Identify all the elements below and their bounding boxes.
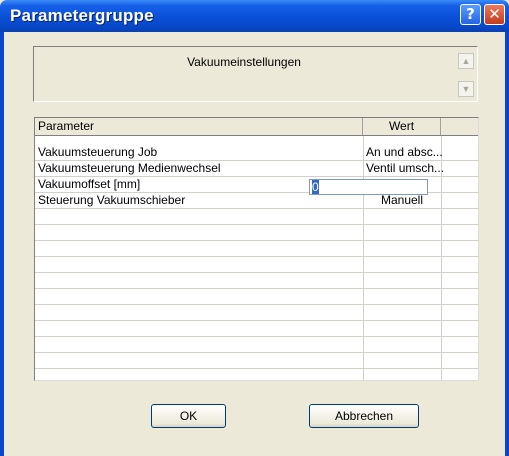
arrow-up-icon[interactable]: ▲: [458, 53, 474, 69]
table-row-empty: [35, 369, 478, 380]
column-header-parameter[interactable]: Parameter: [35, 118, 363, 135]
ok-button[interactable]: OK: [151, 404, 226, 428]
row-value[interactable]: Manuell: [363, 193, 441, 208]
vakuumoffset-value: 0: [312, 180, 319, 194]
arrow-down-icon[interactable]: ▼: [458, 81, 474, 97]
table-header: Parameter Wert: [35, 118, 478, 136]
close-icon[interactable]: ✕: [484, 4, 505, 25]
window-title: Parametergruppe: [10, 6, 154, 25]
row-param: Steuerung Vakuumschieber: [38, 193, 186, 207]
table-row-empty: [35, 337, 478, 353]
row-param: Vakuumsteuerung Job: [38, 145, 158, 159]
table-row[interactable]: Vakuumsteuerung Job An und absc...: [35, 145, 478, 161]
group-title: Vakuumeinstellungen: [187, 55, 301, 69]
vakuumoffset-input[interactable]: 0: [309, 179, 428, 195]
row-param: Vakuumsteuerung Medienwechsel: [38, 161, 221, 175]
row-value[interactable]: An und absc...: [363, 145, 444, 160]
table-row-empty: [35, 273, 478, 289]
row-value[interactable]: Ventil umsch...: [363, 161, 444, 176]
title-bar[interactable]: Parametergruppe ? ✕: [0, 0, 509, 32]
help-icon[interactable]: ?: [460, 4, 481, 25]
table-row-empty: [35, 353, 478, 369]
row-param: Vakuumoffset [mm]: [38, 177, 141, 191]
dialog-window: Parametergruppe ? ✕ Vakuumeinstellungen …: [0, 0, 509, 456]
table-row-empty: [35, 241, 478, 257]
table-row-empty: [35, 321, 478, 337]
window-frame-left: [0, 32, 4, 456]
table-row-empty: [35, 225, 478, 241]
parameter-group-box: Vakuumeinstellungen ▲ ▼: [33, 46, 478, 102]
column-header-value[interactable]: Wert: [363, 118, 441, 135]
cancel-button[interactable]: Abbrechen: [309, 404, 419, 428]
column-header-spacer: [441, 118, 478, 135]
table-row-empty: [35, 289, 478, 305]
table-row-empty: [35, 209, 478, 225]
table-row[interactable]: Steuerung Vakuumschieber Manuell: [35, 193, 478, 209]
table-row[interactable]: Vakuumsteuerung Medienwechsel Ventil ums…: [35, 161, 478, 177]
parameter-table: Parameter Wert Vakuumsteuerung Job An un…: [34, 117, 479, 381]
table-row-empty: [35, 305, 478, 321]
window-frame-right: [505, 32, 509, 456]
table-row-empty: [35, 257, 478, 273]
